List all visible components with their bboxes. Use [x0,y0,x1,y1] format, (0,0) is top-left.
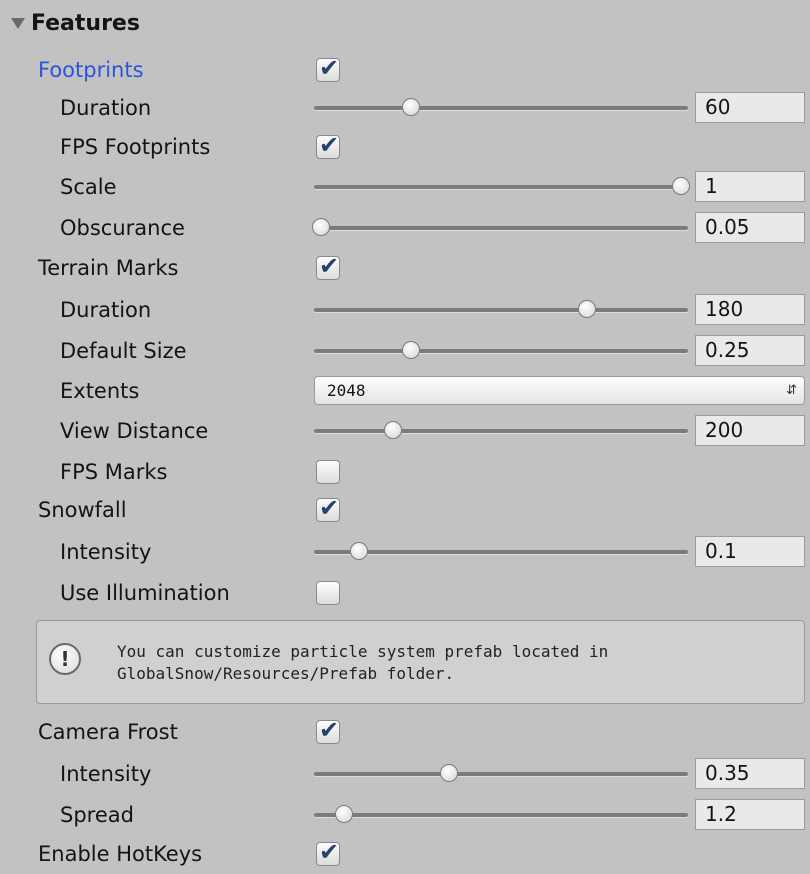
terrain-marks-label: Terrain Marks [38,256,179,280]
checkmark-icon: ✔ [319,131,340,159]
duration-field[interactable]: 180 [695,294,805,325]
fps-marks-checkbox[interactable] [316,460,340,484]
duration-label: Duration [60,96,152,120]
use-illumination-label: Use Illumination [60,581,230,605]
intensity-label: Intensity [60,540,152,564]
slider-thumb[interactable] [439,764,458,782]
use-illumination-row: Use Illumination [0,573,810,613]
intensity-field[interactable]: 0.1 [695,536,805,567]
intensity-label: Intensity [60,762,152,786]
slider-thumb[interactable] [383,421,402,439]
scale-slider[interactable] [314,167,690,207]
spread-slider[interactable] [314,795,688,835]
snowfall-label: Snowfall [38,498,127,522]
view-distance-field[interactable]: 200 [695,415,805,446]
fps-marks-label: FPS Marks [60,460,168,484]
default-size-slider[interactable] [314,331,688,371]
help-box: ! You can customize particle system pref… [36,620,805,704]
duration-slider[interactable] [314,290,688,330]
checkmark-icon: ✔ [319,716,340,744]
view-distance-row: View Distance 200 [0,411,810,451]
obscurance-field[interactable]: 0.05 [695,212,805,243]
slider-thumb[interactable] [402,341,421,359]
slider-track [314,226,688,230]
obscurance-slider[interactable] [312,208,688,248]
slider-thumb[interactable] [334,805,353,823]
slider-thumb[interactable] [578,300,597,318]
updown-arrows-icon: ⇵ [786,383,797,398]
scale-row: Scale 1 [0,167,810,207]
slider-thumb[interactable] [349,542,368,560]
intensity-field[interactable]: 0.35 [695,758,805,789]
duration-slider[interactable] [314,88,688,128]
spread-field[interactable]: 1.2 [695,799,805,830]
slider-track [314,349,688,353]
camera-frost-checkbox[interactable]: ✔ [316,716,340,744]
camera-frost-intensity-row: Intensity 0.35 [0,754,810,794]
duration-field[interactable]: 60 [695,92,805,123]
duration-label: Duration [60,298,152,322]
footprints-duration-row: Duration 60 [0,88,810,128]
default-size-label: Default Size [60,339,187,363]
fps-footprints-label: FPS Footprints [60,135,211,159]
slider-track [314,106,688,110]
terrain-marks-row: Terrain Marks ✔ [0,248,810,288]
camera-frost-label: Camera Frost [38,720,178,744]
enable-hotkeys-label: Enable HotKeys [38,842,203,866]
features-header-label: Features [31,10,140,36]
snowfall-intensity-row: Intensity 0.1 [0,532,810,572]
slider-track [314,813,688,817]
help-text-line-2: GlobalSnow/Resources/Prefab folder. [117,664,455,683]
footprints-label: Footprints [38,58,144,82]
fps-footprints-row: FPS Footprints ✔ [0,127,810,167]
obscurance-row: Obscurance 0.05 [0,208,810,248]
scale-label: Scale [60,175,117,199]
foldout-arrow-icon[interactable] [11,17,25,29]
extents-selected-value: 2048 [327,381,366,400]
terrain-duration-row: Duration 180 [0,290,810,330]
intensity-slider[interactable] [314,754,688,794]
use-illumination-checkbox[interactable] [316,581,340,605]
checkmark-icon: ✔ [319,838,340,866]
snowfall-checkbox[interactable]: ✔ [316,494,340,522]
enable-hotkeys-checkbox[interactable]: ✔ [316,838,340,866]
snowfall-row: Snowfall ✔ [0,490,810,530]
slider-thumb[interactable] [402,98,421,116]
slider-track [314,550,688,554]
default-size-field[interactable]: 0.25 [695,335,805,366]
enable-hotkeys-row: Enable HotKeys ✔ [0,834,810,874]
view-distance-slider[interactable] [314,411,688,451]
features-foldout-header[interactable]: Features [0,4,810,42]
extents-row: Extents 2048 ⇵ [0,371,810,411]
extents-dropdown[interactable]: 2048 ⇵ [314,376,805,405]
scale-field[interactable]: 1 [695,171,805,202]
footprints-row: Footprints ✔ [0,50,810,90]
intensity-slider[interactable] [314,532,688,572]
slider-track [314,185,688,189]
slider-track [314,429,688,433]
footprints-checkbox[interactable]: ✔ [316,54,340,82]
obscurance-label: Obscurance [60,216,185,240]
fps-footprints-checkbox[interactable]: ✔ [316,131,340,159]
default-size-row: Default Size 0.25 [0,331,810,371]
terrain-marks-checkbox[interactable]: ✔ [316,252,340,280]
camera-frost-row: Camera Frost ✔ [0,712,810,752]
checkmark-icon: ✔ [319,494,340,522]
help-text-line-1: You can customize particle system prefab… [117,642,609,661]
slider-track [314,308,688,312]
help-text: You can customize particle system prefab… [117,641,797,685]
slider-thumb[interactable] [312,218,331,236]
checkmark-icon: ✔ [319,252,340,280]
fps-marks-row: FPS Marks [0,452,810,492]
slider-track [314,772,688,776]
spread-row: Spread 1.2 [0,795,810,835]
features-inspector-panel: Features Footprints ✔ Duration 60 FPS Fo… [0,0,810,874]
info-icon: ! [49,643,81,675]
slider-thumb[interactable] [671,177,690,195]
view-distance-label: View Distance [60,419,209,443]
spread-label: Spread [60,803,134,827]
extents-label: Extents [60,379,140,403]
checkmark-icon: ✔ [319,54,340,82]
